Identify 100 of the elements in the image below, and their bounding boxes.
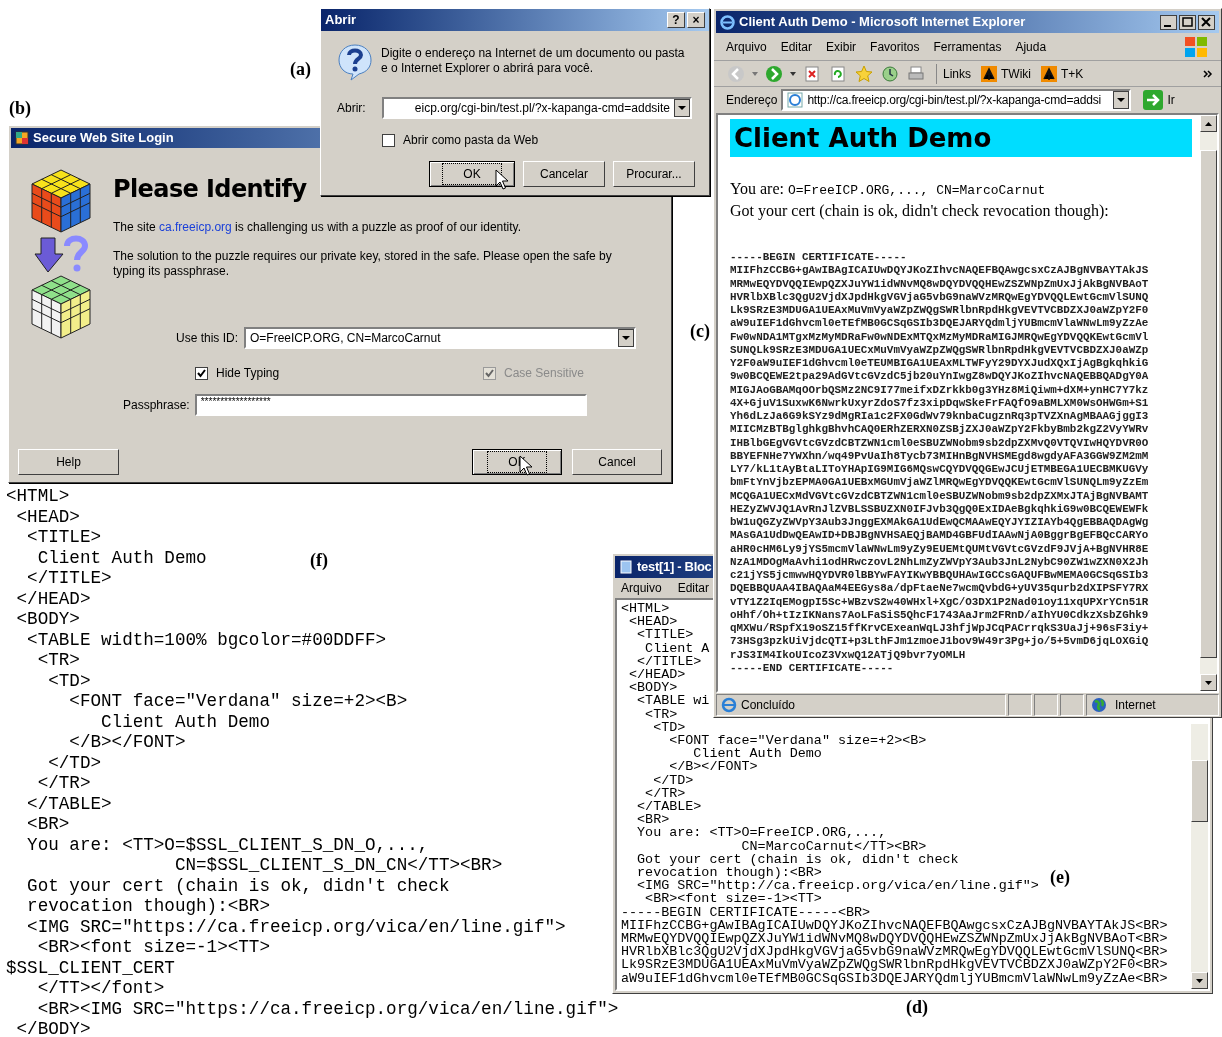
code-line: </BODY>: [15, 1019, 91, 1037]
passphrase-field[interactable]: ******************: [194, 394, 587, 416]
caret-icon[interactable]: [790, 71, 796, 76]
code-line: <HEAD>: [15, 506, 80, 527]
chevron-icon[interactable]: [1203, 69, 1213, 78]
menu-item[interactable]: Favoritos: [870, 37, 920, 56]
code-line: </TITLE>: [636, 654, 702, 668]
dialog-message: Digite o endereço na Internet de um documento ou pasta e o Internet Explorer o abrirá para você.: [381, 46, 686, 77]
close-icon[interactable]: [1198, 14, 1215, 30]
scroll-thumb[interactable]: [1191, 760, 1208, 822]
code-line: <TR>: [36, 650, 80, 671]
link-button[interactable]: T+K: [1041, 64, 1084, 83]
cert-note: Got your cert (chain is ok, didn't check revocation though):: [730, 201, 1110, 221]
certificate-line: HEZyZWVJQ1AvRnJlZVBLSSBUZXN0IFJvb3QgQ0ExIDAeBgkqhkiG9w0BCQEWEWFk: [730, 502, 1150, 516]
certificate-line: MIIFhzCCBG+gAwIBAgICAIUwDQYJKoZIhvcNAQEFBQAwgcsxCzAJBgNVBAYTAkJS: [730, 264, 1150, 278]
checkbox[interactable]: [382, 133, 395, 147]
down-arrow-icon: [1196, 978, 1203, 983]
instruction-text: The solution to the puzzle requires our private key, stored in the safe. Please open the safe by typing its passphrase.: [113, 249, 613, 279]
code-line: <TABLE width=100% bgcolor=#00DDFF>: [26, 629, 387, 650]
dialog-button[interactable]: OK: [429, 161, 515, 187]
menu-item[interactable]: Arquivo: [726, 37, 767, 56]
code-line: MIIFhzCCBG+gAwIBAgICAIUwDQYJKoZIhvcNAQEFBQAwgcsxCzAJBgNVBAYTAkJS<BR>: [621, 918, 1168, 933]
code-line: </HEAD>: [15, 588, 91, 609]
dialog-heading: Please Identify: [113, 174, 307, 204]
certificate-line: vTY1Z2IqEMogpI5Sc+WBzvS2w40WHxl+XgC/O3DX1P2Nad01oy11xqUPXrYCn51R: [730, 595, 1150, 609]
page-banner: Client Auth Demo: [730, 119, 1192, 157]
history-icon[interactable]: [880, 63, 900, 84]
menu-item[interactable]: Exibir: [826, 37, 857, 56]
intro-text: The site ca.freeicp.org is challenging us with a puzzle as proof of our identity.: [113, 219, 522, 236]
field-label: Passphrase:: [123, 397, 190, 414]
flag-logo-icon: [1183, 34, 1209, 59]
refresh-icon[interactable]: [828, 63, 848, 84]
code-line: Got your cert (chain is ok, didn't check: [26, 875, 450, 896]
mouse-cursor-icon: [495, 169, 509, 191]
code-line: CN=MarcoCarnut</TT><BR>: [740, 839, 927, 853]
minimize-icon[interactable]: [1160, 14, 1177, 30]
link-favicon[interactable]: [1041, 65, 1057, 82]
panel-label: (a): [290, 58, 311, 81]
menu-item[interactable]: Arquivo: [621, 579, 662, 597]
globe-icon: [1091, 697, 1107, 713]
site-link[interactable]: ca.freeicp.org: [159, 220, 232, 234]
certificate-line: bmFtYnVjbzEPMA0GA1UEBxMGUmVjaWZlMRQwEgYDVQQKEwtGcmVlSUNQLm9yZzEm: [730, 476, 1150, 490]
certificate-line: -----END CERTIFICATE-----: [730, 661, 895, 675]
menu-item[interactable]: Ferramentas: [933, 37, 1002, 56]
code-line: $SSL_CLIENT_CERT: [6, 957, 175, 978]
code-line: Client Auth Demo: [693, 747, 822, 761]
code-line: revocation though):<BR>: [26, 896, 270, 917]
panel-label: (c): [690, 320, 710, 343]
forward-icon[interactable]: [764, 63, 784, 84]
certificate-line: 73HSg3pzkUiVjdcQTI+p3LthFJm1zmoeJ1bov9W49r3Pg+jo/5+5vmD6jqLOXGiQ: [730, 635, 1150, 649]
identity-line: You are: O=FreeICP.ORG,..., CN=MarcoCarnut: [730, 179, 1047, 200]
stop-icon[interactable]: [802, 63, 822, 84]
scroll-down-button[interactable]: [1191, 972, 1208, 989]
certificate-line: MIGJAoGBAMqOOrbQSMz2NC9I77meifxDZrkkb0g3YHz8MiQiwm+dXM+ynHC7Y7kz: [730, 383, 1150, 397]
dialog-button[interactable]: Procurar...: [613, 161, 695, 187]
menu-item[interactable]: Ajuda: [1015, 37, 1047, 56]
code-line: </TT></font>: [36, 978, 165, 999]
code-line: </TD>: [47, 752, 102, 773]
code-line: Client Auth Demo: [100, 711, 270, 732]
dialog-button[interactable]: Help: [18, 449, 119, 475]
link-button[interactable]: TWiki: [981, 64, 1031, 83]
code-line: <BODY>: [15, 609, 80, 630]
menu-item[interactable]: Editar: [780, 37, 813, 56]
certificate-line: 9w0BCQEWE2tpa29AdGVtcGVzdC5jb20uYnIwgZ8wDQYJKoZIhvcNAQEBBQADgY0A: [730, 370, 1150, 384]
certificate-line: SUNQLk9SRzE3MDUGA1UECxMuVmVyaWZpZWQgSWRlbnRpdHkgVEVTVCBDZXJ0aWZp: [730, 343, 1150, 357]
code-line: <FONT face="Verdana" size=+2><B>: [668, 734, 927, 748]
window-title: Abrir: [325, 11, 357, 30]
code-line: <BR>: [636, 813, 670, 827]
code-line: </HEAD>: [628, 668, 686, 682]
dialog-button[interactable]: Cancel: [572, 449, 662, 475]
up-arrow-icon: [1205, 121, 1212, 126]
dialog-button[interactable]: Cancelar: [523, 161, 605, 187]
maximize-icon[interactable]: [1179, 14, 1196, 30]
menu-item[interactable]: Editar: [677, 579, 710, 597]
scroll-down-button[interactable]: [1200, 674, 1217, 691]
scrollbar[interactable]: [1191, 724, 1208, 989]
certificate-line: c21jYS5jcmwwHQYDVR0lBBYwFAYIKwYBBQUHAwIGCCsGAQUFBwMEMA0GCSqGSIb3: [730, 569, 1150, 583]
panel-label: (e): [1050, 866, 1070, 889]
code-line: Got your cert (chain is ok, didn't check: [636, 852, 959, 867]
code-line: <TD>: [47, 670, 91, 691]
zone-text: Internet: [1115, 697, 1156, 714]
title-bar-button[interactable]: ×: [687, 12, 705, 28]
status-text: Concluído: [741, 697, 796, 714]
notepad-icon: [619, 560, 633, 574]
window-title: Secure Web Site Login: [33, 129, 174, 148]
star-icon[interactable]: [854, 63, 874, 84]
code-line: You are: <TT>O=$SSL_CLIENT_S_DN_O,...,: [26, 834, 429, 855]
certificate-line: BBYEFNHe7YWXhn/wq49PvUaIh8Tycb73MIHnBgNVHSMEgd8wgdyAFA3GGW9ZM2mM: [730, 449, 1150, 463]
id-dropdown[interactable]: O=FreeICP.ORG, CN=MarcoCarnut: [244, 327, 636, 349]
scroll-up-button[interactable]: [1200, 115, 1217, 132]
checkbox[interactable]: [195, 366, 208, 380]
link-favicon[interactable]: [981, 65, 997, 82]
code-line: <BR><IMG SRC="https://ca.freeicp.org/vica/en/line.gif">: [36, 998, 619, 1019]
title-bar-button[interactable]: ?: [667, 12, 685, 28]
certificate-line: IHBlbGEgVGVtcGVzdCBTZWN1cml0eSBUZWNobm9sb2dpZXMvQ0VTQVIwHQYDVR0O: [730, 436, 1150, 450]
certificate-line: qMXWu/RSpfX19oSZ15ffKrvCExeanWqLJ3hfjWpJCqPACrrqkS3UaJj+96sF3iy+: [730, 622, 1150, 636]
address-field[interactable]: eicp.org/cgi-bin/test.pl/?x-kapanga-cmd=addsite: [382, 97, 692, 119]
address-bar[interactable]: http://ca.freeicp.org/cgi-bin/test.pl/?x-kapanga-cmd=addsi: [781, 89, 1132, 111]
browser-logo-icon: [720, 14, 735, 30]
certificate-line: HVRlbXBlc3QgU2VjdXJpdHkgVGVjaG5vbG9naWVzMRQwEgYDVQQLEwtGcmVlSUNQ: [730, 290, 1150, 304]
